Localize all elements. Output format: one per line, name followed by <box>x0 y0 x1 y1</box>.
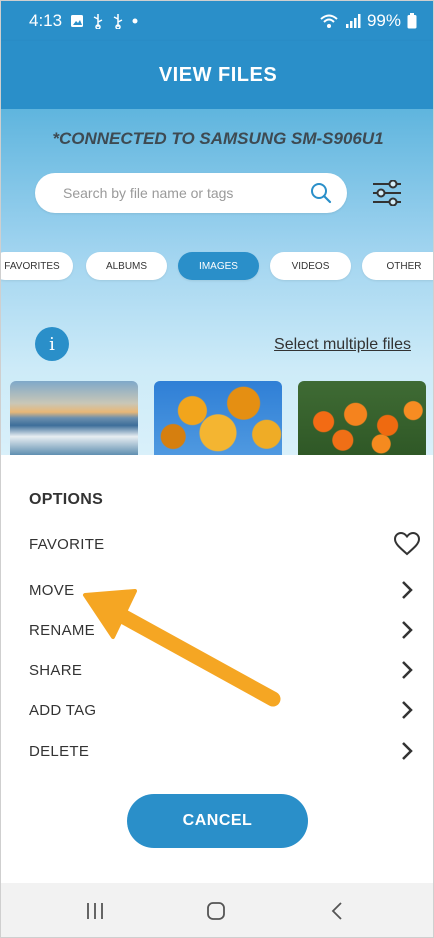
dot-icon <box>132 18 138 24</box>
tab-favorites[interactable]: FAVORITES <box>1 252 73 280</box>
chevron-right-icon[interactable] <box>393 656 421 684</box>
info-icon[interactable]: i <box>35 327 69 361</box>
tab-albums[interactable]: ALBUMS <box>86 252 167 280</box>
options-title: OPTIONS <box>29 491 104 508</box>
heart-icon[interactable] <box>393 530 421 558</box>
image-thumbnail-ocean[interactable] <box>10 381 138 455</box>
category-tabs: FAVORITES ALBUMS IMAGES VIDEOS OTHER <box>1 252 433 280</box>
system-nav-bar <box>1 883 433 937</box>
recent-apps-icon[interactable] <box>65 883 125 937</box>
option-move[interactable]: MOVE <box>29 575 421 605</box>
option-share[interactable]: SHARE <box>29 655 421 685</box>
chevron-right-icon[interactable] <box>393 576 421 604</box>
option-label: MOVE <box>29 581 75 599</box>
image-thumbnail-orange-flowers[interactable] <box>298 381 426 455</box>
chevron-right-icon[interactable] <box>393 737 421 765</box>
tab-other[interactable]: OTHER <box>362 252 433 280</box>
phone-screen: 4:13 99% VIEW FILES *CONNECTED TO SAMSUN… <box>0 0 434 938</box>
select-multiple-files-link[interactable]: Select multiple files <box>274 336 411 354</box>
back-icon[interactable] <box>307 883 367 937</box>
filter-sliders-icon[interactable] <box>369 177 405 209</box>
signal-icon <box>345 13 361 29</box>
app-header: VIEW FILES <box>1 41 433 109</box>
battery-percent: 99% <box>366 11 401 30</box>
usb-icon <box>112 13 124 29</box>
page-title: VIEW FILES <box>158 63 278 86</box>
option-label: SHARE <box>29 661 83 679</box>
status-time: 4:13 <box>29 11 63 30</box>
chevron-right-icon[interactable] <box>393 696 421 724</box>
home-icon[interactable] <box>186 883 246 937</box>
image-icon <box>70 14 84 28</box>
image-thumbnail-autumn-leaves[interactable] <box>154 381 282 455</box>
option-rename[interactable]: RENAME <box>29 615 421 645</box>
option-delete[interactable]: DELETE <box>29 736 421 766</box>
option-label: RENAME <box>29 621 95 639</box>
battery-icon <box>407 13 417 29</box>
wifi-icon <box>319 13 339 29</box>
tab-images[interactable]: IMAGES <box>178 252 259 280</box>
search-bar[interactable] <box>35 173 347 213</box>
search-icon[interactable] <box>309 181 333 205</box>
cancel-button[interactable]: CANCEL <box>127 794 308 848</box>
usb-icon <box>92 13 104 29</box>
option-label: ADD TAG <box>29 701 97 719</box>
option-favorite[interactable]: FAVORITE <box>29 529 421 559</box>
status-bar: 4:13 99% <box>1 1 433 41</box>
connection-status: *CONNECTED TO SAMSUNG SM-S906U1 <box>52 129 384 148</box>
tab-videos[interactable]: VIDEOS <box>270 252 351 280</box>
chevron-right-icon[interactable] <box>393 616 421 644</box>
option-add-tag[interactable]: ADD TAG <box>29 695 421 725</box>
search-input[interactable] <box>63 185 309 201</box>
option-label: FAVORITE <box>29 535 105 553</box>
option-label: DELETE <box>29 742 90 760</box>
